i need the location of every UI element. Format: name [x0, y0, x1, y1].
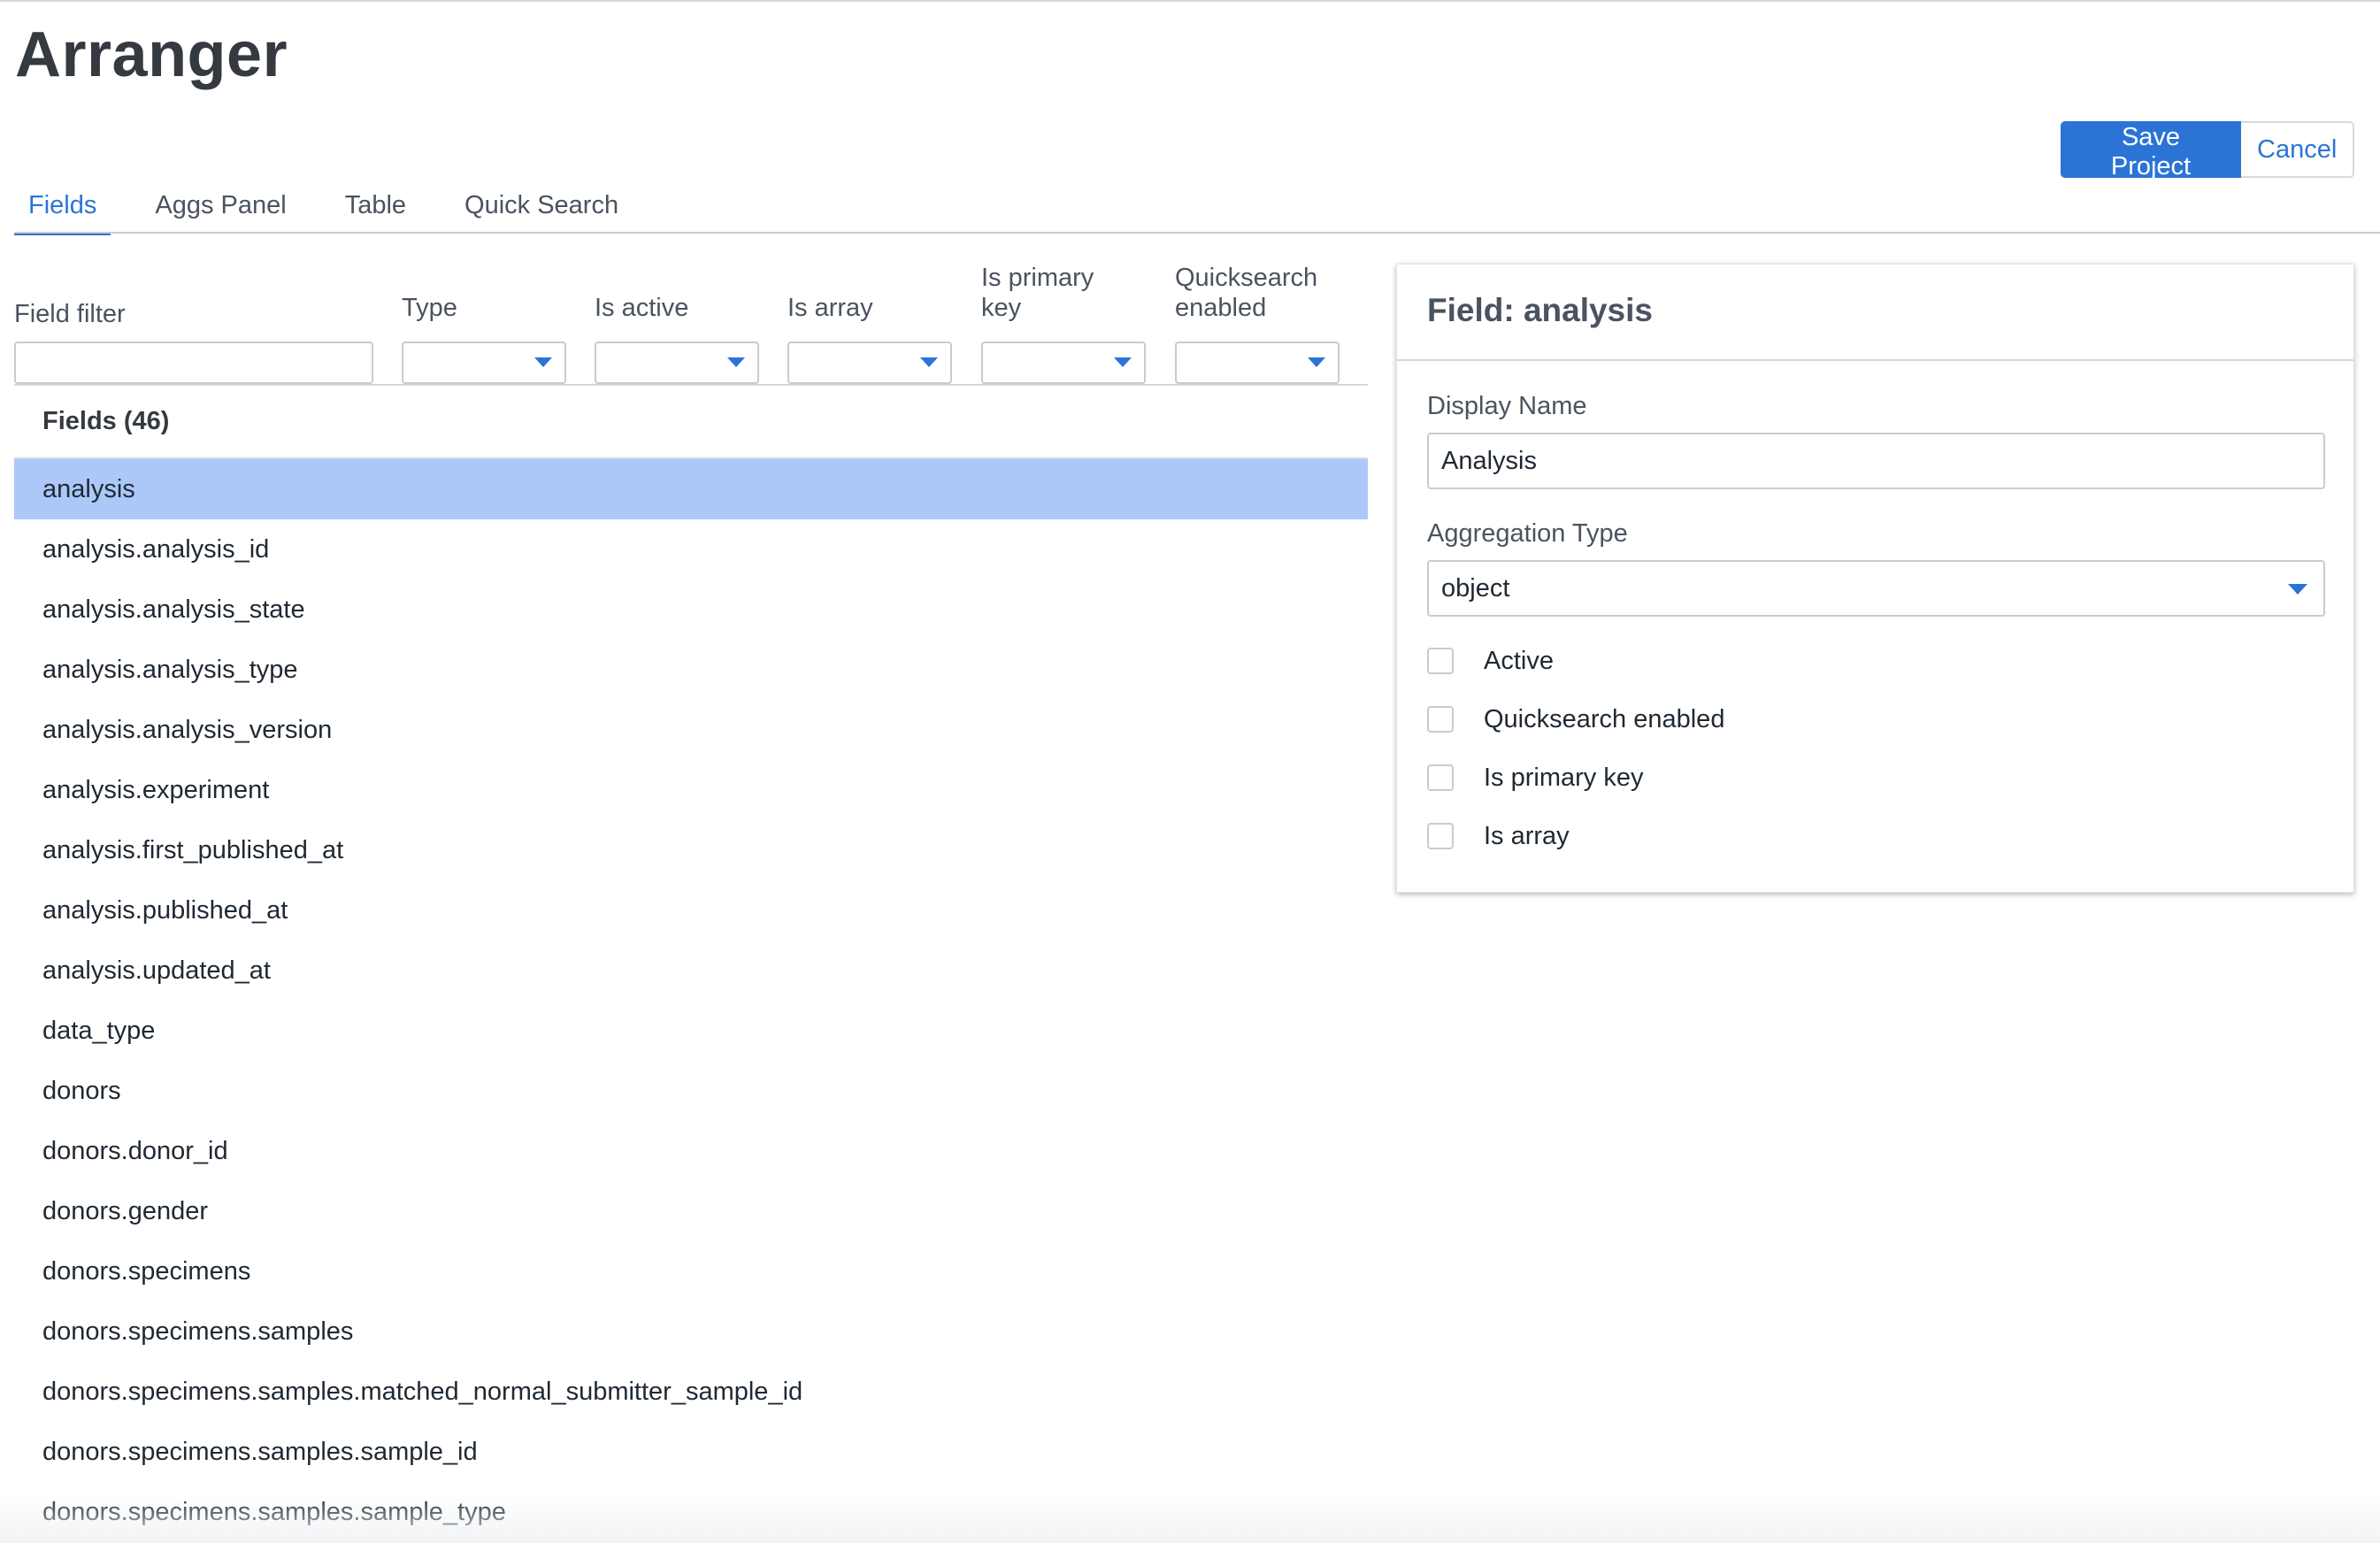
is-array-checkbox-row[interactable]: Is array	[1427, 818, 1570, 854]
is-active-filter-select[interactable]	[595, 342, 759, 384]
panel-title: Field: analysis	[1427, 292, 1653, 328]
project-actions: Save Project Cancel	[2061, 121, 2354, 180]
field-row[interactable]: donors.specimens.samples	[14, 1301, 1368, 1362]
is-array-checkbox[interactable]	[1427, 823, 1454, 849]
panel-divider	[1397, 359, 2353, 361]
chevron-down-icon	[1114, 357, 1132, 367]
tab-quick-search[interactable]: Quick Search	[450, 180, 633, 234]
type-filter-label: Type	[402, 294, 457, 322]
field-row[interactable]: analysis.first_published_at	[14, 820, 1368, 880]
chevron-down-icon	[534, 357, 552, 367]
tab-bar: Fields Aggs Panel Table Quick Search	[14, 180, 663, 235]
is-array-filter-select[interactable]	[787, 342, 952, 384]
is-primary-key-filter-label: Is primary key	[981, 263, 1094, 323]
is-primary-key-label-line1: Is primary	[981, 264, 1094, 292]
active-checkbox[interactable]	[1427, 648, 1454, 674]
tab-table[interactable]: Table	[331, 180, 420, 234]
quicksearch-enabled-checkbox[interactable]	[1427, 706, 1454, 733]
field-row[interactable]: analysis.analysis_id	[14, 519, 1368, 580]
cancel-button[interactable]: Cancel	[2241, 121, 2354, 178]
fields-count-header: Fields (46)	[42, 407, 170, 435]
field-row[interactable]: analysis.analysis_version	[14, 700, 1368, 760]
primary-key-checkbox-label: Is primary key	[1484, 763, 1644, 792]
field-row[interactable]: donors.specimens	[14, 1241, 1368, 1301]
is-primary-key-label-line2: key	[981, 294, 1022, 322]
is-array-checkbox-label: Is array	[1484, 821, 1570, 850]
field-row[interactable]: donors.specimens.samples.matched_normal_…	[14, 1362, 1368, 1422]
save-project-button[interactable]: Save Project	[2061, 121, 2241, 180]
field-list: analysis analysis.analysis_id analysis.a…	[14, 459, 1368, 1542]
chevron-down-icon	[727, 357, 745, 367]
field-row[interactable]: analysis.experiment	[14, 760, 1368, 820]
field-row[interactable]: donors.donor_id	[14, 1121, 1368, 1181]
tab-aggs-panel[interactable]: Aggs Panel	[141, 180, 300, 234]
field-row[interactable]: analysis.analysis_type	[14, 640, 1368, 700]
field-row[interactable]: donors.gender	[14, 1181, 1368, 1241]
type-filter-select[interactable]	[402, 342, 566, 384]
field-row[interactable]: donors	[14, 1061, 1368, 1121]
quicksearch-checkbox-row[interactable]: Quicksearch enabled	[1427, 702, 1724, 737]
field-row-selected[interactable]: analysis	[14, 459, 1368, 519]
quicksearch-enabled-filter-select[interactable]	[1175, 342, 1340, 384]
is-primary-key-filter-select[interactable]	[981, 342, 1146, 384]
is-active-filter-label: Is active	[595, 294, 689, 322]
filter-divider	[14, 384, 1368, 386]
aggregation-type-select[interactable]: object	[1427, 560, 2325, 617]
display-name-label: Display Name	[1427, 392, 1587, 420]
field-row[interactable]: data_type	[14, 1001, 1368, 1061]
tab-fields[interactable]: Fields	[14, 180, 111, 235]
active-checkbox-row[interactable]: Active	[1427, 643, 1554, 679]
quicksearch-checkbox-label: Quicksearch enabled	[1484, 704, 1725, 733]
is-primary-key-checkbox[interactable]	[1427, 764, 1454, 791]
quicksearch-enabled-filter-label: Quicksearch enabled	[1175, 263, 1317, 323]
aggregation-type-value: object	[1441, 574, 1510, 603]
display-name-input[interactable]: Analysis	[1427, 433, 2325, 489]
field-filter-input[interactable]	[14, 342, 373, 384]
primary-key-checkbox-row[interactable]: Is primary key	[1427, 760, 1643, 795]
field-row[interactable]: analysis.analysis_state	[14, 580, 1368, 640]
top-divider	[0, 0, 2380, 2]
chevron-down-icon	[1308, 357, 1325, 367]
chevron-down-icon	[2288, 584, 2307, 595]
bottom-fade	[0, 1495, 2380, 1543]
active-checkbox-label: Active	[1484, 646, 1554, 675]
field-row[interactable]: donors.specimens.samples.sample_id	[14, 1422, 1368, 1482]
tab-bar-divider	[14, 232, 2380, 234]
app-title: Arranger	[15, 19, 288, 90]
field-detail-panel: Field: analysis Display Name Analysis Ag…	[1396, 264, 2354, 893]
quicksearch-label-line1: Quicksearch	[1175, 264, 1318, 292]
aggregation-type-label: Aggregation Type	[1427, 519, 1628, 548]
field-row[interactable]: analysis.updated_at	[14, 940, 1368, 1001]
quicksearch-label-line2: enabled	[1175, 294, 1267, 322]
field-filter-label: Field filter	[14, 300, 126, 328]
is-array-filter-label: Is array	[787, 294, 873, 322]
chevron-down-icon	[920, 357, 938, 367]
field-row[interactable]: analysis.published_at	[14, 880, 1368, 940]
